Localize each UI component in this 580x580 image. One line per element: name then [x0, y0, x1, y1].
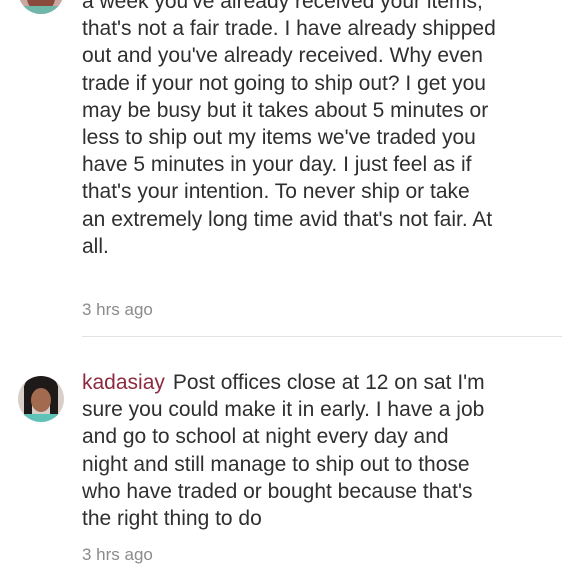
comment-body: kadasiay Post offices close at 12 on sat … — [82, 369, 560, 532]
comment-line: all. — [82, 234, 109, 258]
avatar[interactable] — [18, 376, 64, 422]
comment-line: night and still manage to ship out to th… — [82, 452, 470, 476]
comment-line: a week you've already received your item… — [82, 0, 483, 13]
comment-line: less to ship out my items we've traded y… — [82, 126, 476, 150]
comment-line: out and you've already received. Why eve… — [82, 44, 483, 68]
comment-line: who have traded or bought because that's — [82, 479, 473, 503]
comment-line: an extremely long time avid that's not f… — [82, 207, 493, 231]
comment-line: trade if your not going to ship out? I g… — [82, 71, 486, 95]
comment-line: Post offices close at 12 on sat I'm — [172, 371, 485, 394]
avatar[interactable] — [18, 0, 64, 14]
comment-line: that's your intention. To never ship or … — [82, 180, 470, 204]
comment-timestamp: 3 hrs ago — [82, 300, 153, 319]
comment-line: the right thing to do — [82, 507, 262, 531]
comment-first-line: kadasiay Post offices close at 12 on sat … — [82, 369, 560, 396]
comment-line: have 5 minutes in your day. I just feel … — [82, 153, 472, 177]
comment-line: sure you could make it in early. I have … — [82, 398, 485, 422]
comment-line: may be busy but it takes about 5 minutes… — [82, 98, 489, 122]
comment-body: a week you've already received your item… — [82, 0, 560, 260]
comment-divider — [82, 336, 562, 337]
comment-line: and go to school at night every day and — [82, 425, 449, 449]
comment-line: that's not a fair trade. I have already … — [82, 17, 496, 41]
comment-timestamp: 3 hrs ago — [82, 545, 153, 564]
comment-username[interactable]: kadasiay — [82, 371, 165, 394]
